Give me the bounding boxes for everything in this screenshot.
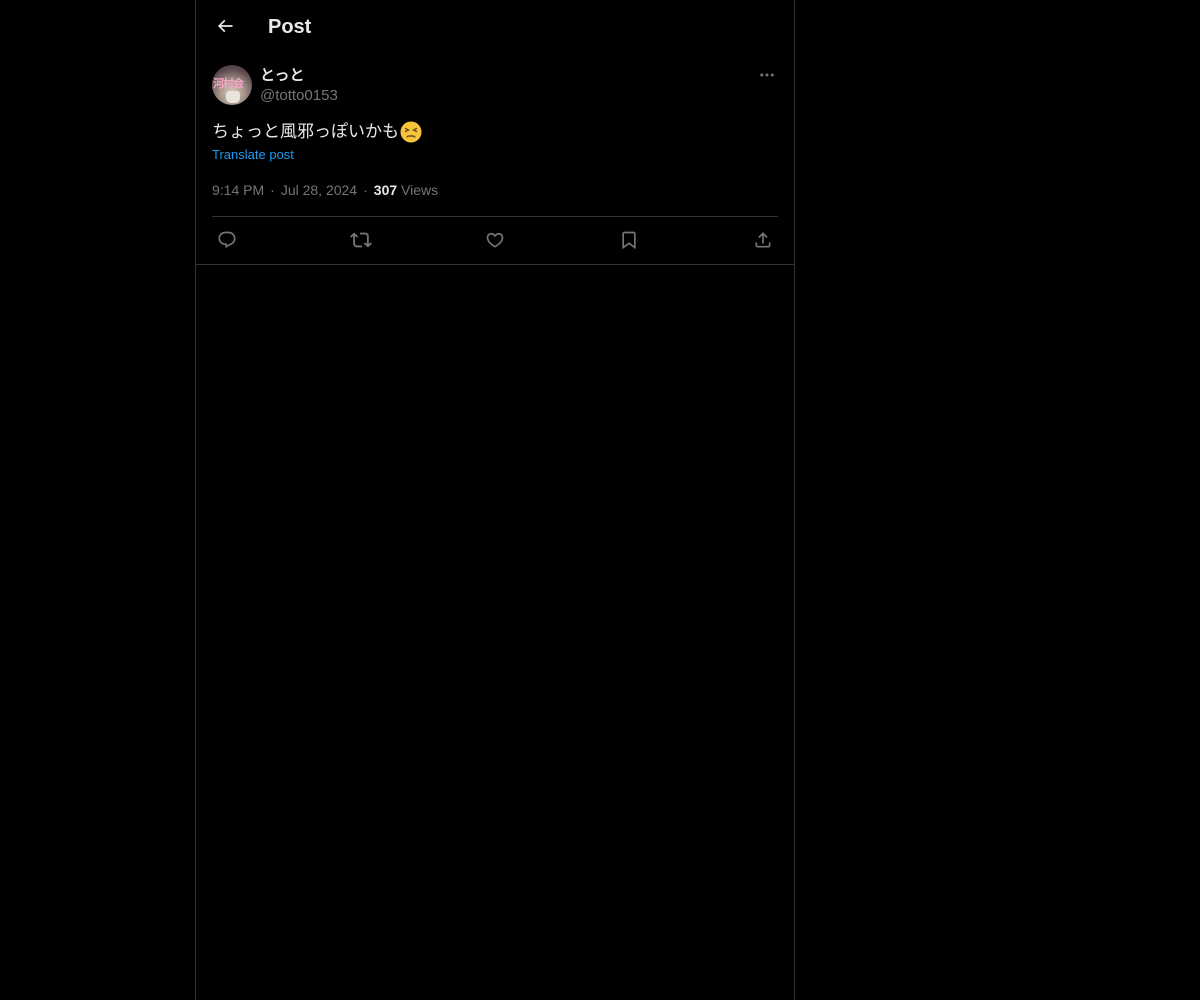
reply-icon <box>217 230 237 250</box>
persevering-face-emoji-icon <box>400 121 422 143</box>
arrow-left-icon <box>215 16 235 36</box>
post-header: Post <box>196 0 794 53</box>
avatar[interactable]: 河村会 <box>212 65 252 105</box>
page-title: Post <box>268 16 312 38</box>
divider <box>212 216 778 217</box>
back-button[interactable] <box>208 9 242 43</box>
reply-button[interactable] <box>212 228 242 252</box>
meta-separator: · <box>270 182 275 198</box>
main-column: Post 河村会 とっと @totto0153 ちょっと風邪っぽいかも Tran… <box>195 0 795 1000</box>
post-text-content: ちょっと風邪っぽいかも <box>212 122 399 142</box>
translate-post-link[interactable]: Translate post <box>212 146 294 164</box>
post-meta: 9:14 PM · Jul 28, 2024 · 307 Views <box>212 180 438 200</box>
bookmark-icon <box>619 230 639 250</box>
post-date[interactable]: Jul 28, 2024 <box>281 182 357 198</box>
more-options-button[interactable] <box>756 64 778 86</box>
share-button[interactable] <box>748 228 778 252</box>
share-icon <box>753 230 773 250</box>
author-handle[interactable]: @totto0153 <box>260 86 338 106</box>
views-label: Views <box>401 182 439 198</box>
heart-icon <box>485 230 505 250</box>
more-dots-icon <box>758 66 776 84</box>
bookmark-button[interactable] <box>614 228 644 252</box>
like-button[interactable] <box>480 228 510 252</box>
post-bottom-divider <box>196 264 794 265</box>
repost-button[interactable] <box>346 228 376 252</box>
meta-separator: · <box>363 182 368 198</box>
post-time[interactable]: 9:14 PM <box>212 182 264 198</box>
author-display-name[interactable]: とっと <box>260 65 305 85</box>
avatar-text: 河村会 <box>213 77 244 90</box>
post-text: ちょっと風邪っぽいかも <box>212 120 422 144</box>
views-count: 307 <box>373 182 398 198</box>
action-bar <box>212 228 778 252</box>
avatar-cup-shape <box>226 91 240 103</box>
repost-icon <box>350 229 372 251</box>
